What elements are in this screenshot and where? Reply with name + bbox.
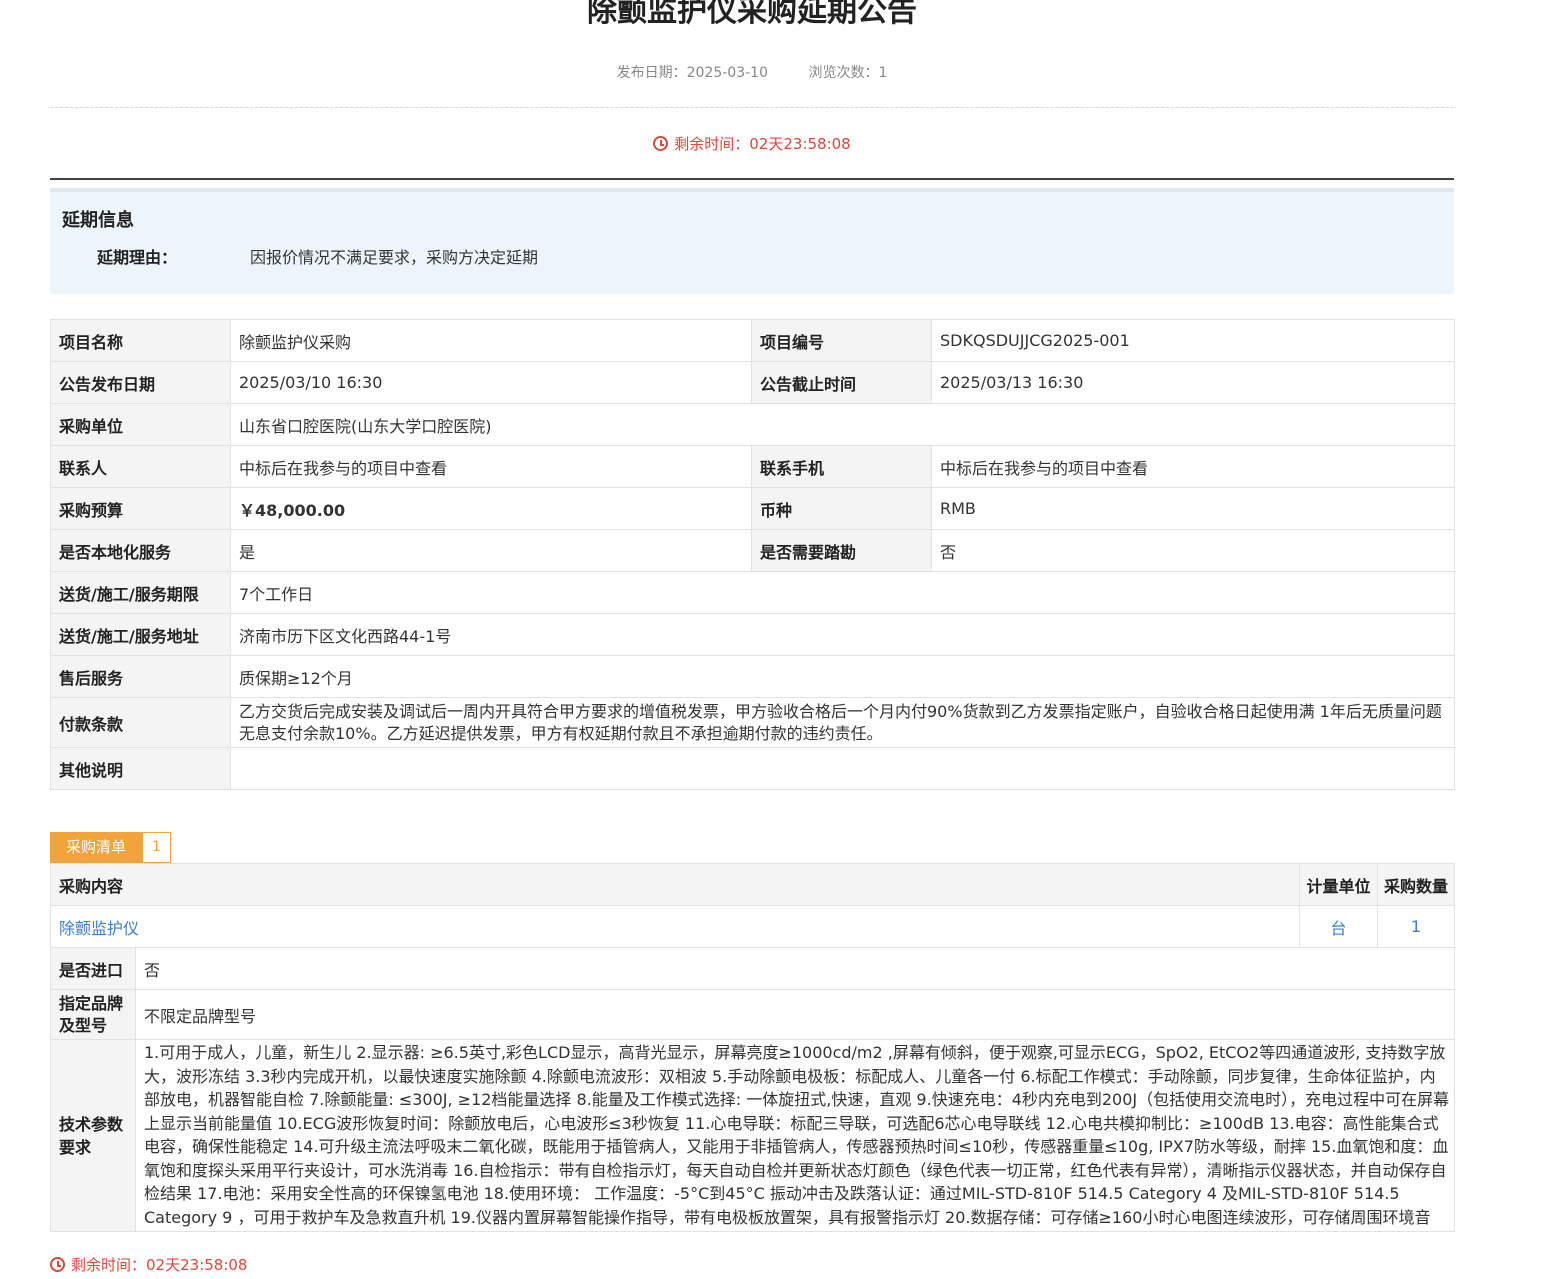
tech-spec-cell: 1.可用于成人，儿童，新生儿 2.显示器: ≥6.5英寸,彩色LCD显示，高背光…	[134, 1039, 1456, 1232]
col-header-qty: 采购数量	[1377, 863, 1456, 906]
remaining-time: 剩余时间：02天23:58:08	[50, 133, 1454, 155]
notice-page: 除颤监护仪采购延期公告 发布日期：2025-03-10 浏览次数：1 剩余时间：…	[49, 0, 1456, 1232]
table-row: 送货/施工/服务期限 7个工作日	[50, 571, 1455, 614]
section-divider	[50, 178, 1454, 180]
table-row: 技术参数要求 1.可用于成人，儿童，新生儿 2.显示器: ≥6.5英寸,彩色LC…	[50, 1039, 1456, 1232]
service-period-value: 7个工作日	[230, 571, 1455, 614]
remaining-time-label: 剩余时间：	[674, 135, 750, 153]
delay-reason-value: 因报价情况不满足要求，采购方决定延期	[250, 248, 539, 267]
footer-remaining-label: 剩余时间：	[71, 1256, 147, 1274]
alarm-clock-icon	[653, 136, 669, 151]
item-name-cell: 除颤监护仪	[49, 905, 1301, 948]
service-period-label: 送货/施工/服务期限	[50, 571, 231, 614]
delay-reason-label: 延期理由：	[97, 248, 178, 267]
local-service-label: 是否本地化服务	[50, 529, 231, 572]
budget-label: 采购预算	[50, 487, 231, 530]
tech-spec-label: 技术参数要求	[50, 1039, 136, 1232]
item-unit: 台	[1299, 905, 1379, 948]
publish-date-label: 发布日期：	[616, 65, 687, 81]
project-info-table: 项目名称 除颤监护仪采购 项目编号 SDKQSDUJJCG2025-001 公告…	[50, 319, 1455, 790]
page-title: 除颤监护仪采购延期公告	[587, 0, 917, 29]
col-header-unit: 计量单位	[1299, 863, 1379, 906]
table-row: 送货/施工/服务地址 济南市历下区文化西路44-1号	[50, 613, 1455, 656]
project-name-label: 项目名称	[50, 319, 231, 362]
project-no-value: SDKQSDUJJCG2025-001	[931, 319, 1455, 362]
publish-date-value: 2025-03-10	[686, 65, 768, 81]
footer-remaining-time: 剩余时间：02天23:58:08	[50, 1254, 247, 1276]
table-row: 售后服务 质保期≥12个月	[50, 655, 1455, 698]
view-count-value: 1	[878, 65, 888, 81]
item-qty: 1	[1377, 905, 1456, 948]
dashed-divider	[50, 107, 1454, 108]
buyer-label: 采购单位	[50, 403, 231, 446]
currency-value: RMB	[931, 487, 1455, 530]
notice-meta: 发布日期：2025-03-10 浏览次数：1	[50, 62, 1454, 82]
site-survey-label: 是否需要踏勘	[751, 529, 932, 572]
view-count: 浏览次数：1	[808, 65, 887, 81]
table-header-row: 采购内容 计量单位 采购数量	[49, 863, 1456, 906]
tab-count-badge[interactable]: 1	[142, 832, 172, 863]
publish-time-value: 2025/03/10 16:30	[230, 361, 752, 404]
item-name-link[interactable]: 除颤监护仪	[59, 919, 139, 938]
import-label: 是否进口	[50, 947, 136, 990]
footer-remaining-value: 02天23:58:08	[146, 1256, 248, 1274]
after-sales-label: 售后服务	[50, 655, 231, 698]
site-survey-value: 否	[931, 529, 1455, 572]
brand-value: 不限定品牌型号	[134, 989, 1456, 1040]
table-row: 是否进口 否	[50, 947, 1456, 990]
delay-reason-row: 延期理由： 因报价情况不满足要求，采购方决定延期	[62, 244, 1442, 268]
contact-label: 联系人	[50, 445, 231, 488]
alarm-clock-icon	[50, 1257, 65, 1272]
tech-spec-value: 1.可用于成人，儿童，新生儿 2.显示器: ≥6.5英寸,彩色LCD显示，高背光…	[144, 1043, 1450, 1227]
view-count-label: 浏览次数：	[808, 65, 879, 81]
remaining-time-value: 02天23:58:08	[749, 135, 851, 153]
deadline-label: 公告截止时间	[751, 361, 932, 404]
table-row: 公告发布日期 2025/03/10 16:30 公告截止时间 2025/03/1…	[50, 361, 1455, 404]
other-notes-value	[230, 747, 1455, 790]
table-row: 其他说明	[50, 747, 1455, 790]
delay-info-panel: 延期信息 延期理由： 因报价情况不满足要求，采购方决定延期	[50, 188, 1454, 294]
table-row: 采购单位 山东省口腔医院(山东大学口腔医院)	[50, 403, 1455, 446]
delay-info-title: 延期信息	[62, 210, 134, 231]
other-notes-label: 其他说明	[50, 747, 231, 790]
table-row: 付款条款 乙方交货后完成安装及调试后一周内开具符合甲方要求的增值税发票，甲方验收…	[50, 697, 1455, 748]
phone-value: 中标后在我参与的项目中查看	[931, 445, 1455, 488]
brand-label: 指定品牌及型号	[50, 989, 136, 1040]
payment-terms-label: 付款条款	[50, 697, 231, 748]
payment-terms-value: 乙方交货后完成安装及调试后一周内开具符合甲方要求的增值税发票，甲方验收合格后一个…	[230, 697, 1455, 748]
purchase-list-table: 采购内容 计量单位 采购数量 除颤监护仪 台 1 是否进口 否 指定品牌及型号 …	[49, 863, 1456, 1232]
contact-value: 中标后在我参与的项目中查看	[230, 445, 752, 488]
currency-label: 币种	[751, 487, 932, 530]
project-name-value: 除颤监护仪采购	[230, 319, 752, 362]
buyer-value: 山东省口腔医院(山东大学口腔医院)	[230, 403, 1455, 446]
publish-date: 发布日期：2025-03-10	[617, 65, 768, 81]
after-sales-value: 质保期≥12个月	[230, 655, 1455, 698]
table-row: 项目名称 除颤监护仪采购 项目编号 SDKQSDUJJCG2025-001	[50, 319, 1455, 362]
service-address-label: 送货/施工/服务地址	[50, 613, 231, 656]
local-service-value: 是	[230, 529, 752, 572]
table-row: 是否本地化服务 是 是否需要踏勘 否	[50, 529, 1455, 572]
project-no-label: 项目编号	[751, 319, 932, 362]
table-row: 采购预算 ￥48,000.00 币种 RMB	[50, 487, 1455, 530]
publish-time-label: 公告发布日期	[50, 361, 231, 404]
phone-label: 联系手机	[751, 445, 932, 488]
budget-value: ￥48,000.00	[230, 487, 752, 530]
col-header-content: 采购内容	[49, 863, 1301, 906]
service-address-value: 济南市历下区文化西路44-1号	[230, 613, 1455, 656]
table-row: 除颤监护仪 台 1	[49, 905, 1456, 948]
table-row: 指定品牌及型号 不限定品牌型号	[50, 989, 1456, 1040]
tab-purchase-list[interactable]: 采购清单	[50, 832, 143, 863]
import-value: 否	[134, 947, 1456, 990]
deadline-value: 2025/03/13 16:30	[931, 361, 1455, 404]
table-row: 联系人 中标后在我参与的项目中查看 联系手机 中标后在我参与的项目中查看	[50, 445, 1455, 488]
purchase-list-tabs: 采购清单 1	[50, 832, 1454, 863]
